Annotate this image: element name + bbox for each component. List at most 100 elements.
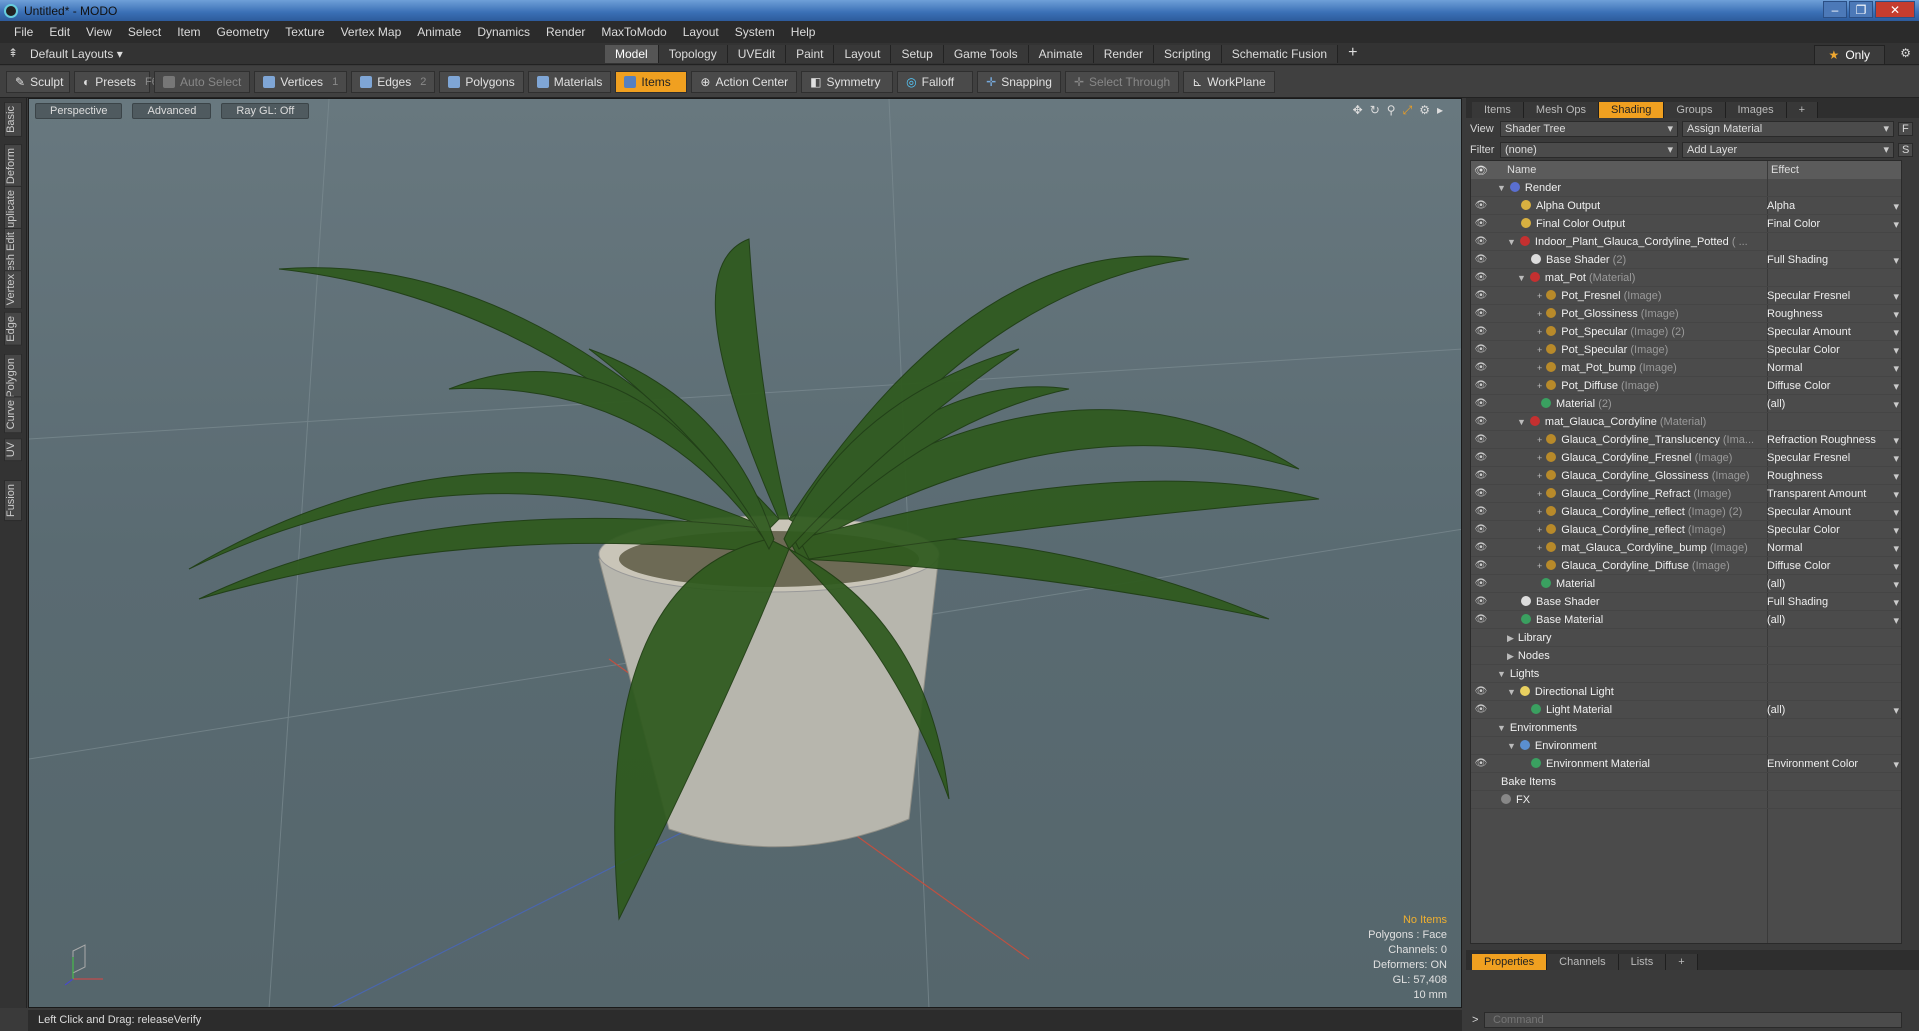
visibility-eye-icon[interactable]: 👁 xyxy=(1471,596,1491,607)
viewport-arrow-icon[interactable]: ▸ xyxy=(1437,103,1443,118)
tree-row[interactable]: 👁 Final Color Output Final Color xyxy=(1471,215,1901,233)
menu-geometry[interactable]: Geometry xyxy=(209,25,278,39)
visibility-eye-icon[interactable]: 👁 xyxy=(1471,326,1491,337)
panel-tab-items[interactable]: Items xyxy=(1472,102,1524,118)
s-button[interactable]: S xyxy=(1898,142,1914,157)
maximize-viewport-icon[interactable]: ⤢ xyxy=(1403,103,1413,118)
tree-row[interactable]: 👁 + mat_Glauca_Cordyline_bump (Image) Norma… xyxy=(1471,539,1901,557)
viewport-gear-icon[interactable]: ⚙ xyxy=(1419,103,1430,118)
tree-row[interactable]: ▶ Nodes xyxy=(1471,647,1901,665)
action-center-button[interactable]: ⊕ Action Center xyxy=(691,70,798,93)
tree-row[interactable]: 👁 + Pot_Specular (Image) (2) Specular Amoun… xyxy=(1471,323,1901,341)
edges-button[interactable]: Edges 2 xyxy=(351,70,436,93)
expand-plus-icon[interactable]: + xyxy=(1537,525,1542,535)
tree-row[interactable]: 👁 + Glauca_Cordyline_Refract (Image) Transp… xyxy=(1471,485,1901,503)
tree-row[interactable]: 👁 + Glauca_Cordyline_Diffuse (Image) Diffus… xyxy=(1471,557,1901,575)
expand-arrow-icon[interactable]: ▶ xyxy=(1507,651,1514,661)
default-layouts-dropdown[interactable]: Default Layouts ▾ xyxy=(30,47,123,61)
tree-row[interactable]: Bake Items xyxy=(1471,773,1901,791)
panel-tab-groups[interactable]: Groups xyxy=(1664,102,1726,118)
effect-dropdown[interactable]: Specular Amount xyxy=(1767,506,1899,519)
expand-arrow-icon[interactable]: ▶ xyxy=(1507,633,1514,643)
visibility-eye-icon[interactable]: 👁 xyxy=(1471,524,1491,535)
expand-arrow-icon[interactable]: ▼ xyxy=(1517,273,1526,283)
expand-plus-icon[interactable]: + xyxy=(1537,489,1542,499)
tree-row[interactable]: 👁 + Pot_Diffuse (Image) Diffuse Color xyxy=(1471,377,1901,395)
3d-viewport[interactable]: Perspective Advanced Ray GL: Off ✥ ↻ ⚲ ⤢… xyxy=(28,98,1462,1008)
effect-dropdown[interactable]: Diffuse Color xyxy=(1767,380,1899,393)
left-tab-curve[interactable]: Curve xyxy=(4,396,22,434)
tab-scripting[interactable]: Scripting xyxy=(1154,45,1222,63)
symmetry-button[interactable]: ◧ Symmetry xyxy=(801,70,894,93)
effect-dropdown[interactable]: Roughness xyxy=(1767,470,1899,483)
tab-animate[interactable]: Animate xyxy=(1028,45,1094,63)
bottom-tab-lists[interactable]: Lists xyxy=(1618,954,1667,970)
visibility-eye-icon[interactable]: 👁 xyxy=(1471,218,1491,229)
tree-row[interactable]: 👁 + Glauca_Cordyline_reflect (Image) Specul… xyxy=(1471,521,1901,539)
command-input[interactable] xyxy=(1484,1012,1902,1028)
expand-arrow-icon[interactable]: ▼ xyxy=(1507,237,1516,247)
tab-setup[interactable]: Setup xyxy=(891,45,944,63)
tree-row[interactable]: 👁 Material (all) xyxy=(1471,575,1901,593)
expand-plus-icon[interactable]: + xyxy=(1537,453,1542,463)
panel-tab-shading[interactable]: Shading xyxy=(1599,102,1665,118)
expand-plus-icon[interactable]: + xyxy=(1537,435,1542,445)
tree-row[interactable]: 👁 ▼ mat_Pot (Material) xyxy=(1471,269,1901,287)
expand-plus-icon[interactable]: + xyxy=(1537,471,1542,481)
menu-view[interactable]: View xyxy=(78,25,120,39)
pan-icon[interactable]: ✥ xyxy=(1353,103,1363,118)
tree-row[interactable]: 👁 Light Material (all) xyxy=(1471,701,1901,719)
tree-row[interactable]: ▼ Environment xyxy=(1471,737,1901,755)
effect-dropdown[interactable]: Specular Amount xyxy=(1767,326,1899,339)
tree-row[interactable]: 👁 Base Material (all) xyxy=(1471,611,1901,629)
add-tab-icon[interactable]: + xyxy=(1338,45,1367,63)
tree-row[interactable]: 👁 + Pot_Glossiness (Image) Roughness xyxy=(1471,305,1901,323)
visibility-eye-icon[interactable]: 👁 xyxy=(1471,344,1491,355)
filter-select[interactable]: (none) xyxy=(1500,141,1678,158)
expand-plus-icon[interactable]: + xyxy=(1537,309,1542,319)
raygl-button[interactable]: Ray GL: Off xyxy=(221,103,310,119)
maximize-icon[interactable]: ❐ xyxy=(1849,1,1873,18)
auto-select-button[interactable]: Auto Select xyxy=(154,70,251,93)
perspective-button[interactable]: Perspective xyxy=(35,103,123,119)
tab-model[interactable]: Model xyxy=(605,45,659,63)
tree-row[interactable]: 👁 Base Shader Full Shading xyxy=(1471,593,1901,611)
panel-tab-images[interactable]: Images xyxy=(1725,102,1787,118)
vertices-button[interactable]: Vertices 1 xyxy=(254,70,348,93)
materials-button[interactable]: Materials xyxy=(527,70,612,93)
visibility-eye-icon[interactable]: 👁 xyxy=(1471,542,1491,553)
effect-dropdown[interactable]: Diffuse Color xyxy=(1767,560,1899,573)
menu-layout[interactable]: Layout xyxy=(675,25,727,39)
effect-dropdown[interactable]: Full Shading xyxy=(1767,596,1899,609)
left-tab-uv[interactable]: UV xyxy=(4,438,22,462)
menu-dynamics[interactable]: Dynamics xyxy=(469,25,538,39)
effect-dropdown[interactable]: Normal xyxy=(1767,362,1899,375)
f-button[interactable]: F xyxy=(1898,121,1913,136)
menu-edit[interactable]: Edit xyxy=(41,25,78,39)
effect-dropdown[interactable]: Environment Color xyxy=(1767,758,1899,771)
expand-plus-icon[interactable]: + xyxy=(1537,363,1542,373)
visibility-eye-icon[interactable]: 👁 xyxy=(1471,254,1491,265)
effect-column-header[interactable]: Effect xyxy=(1771,164,1799,176)
tree-row[interactable]: 👁 Environment Material Environment Color xyxy=(1471,755,1901,773)
effect-dropdown[interactable]: Roughness xyxy=(1767,308,1899,321)
tree-row[interactable]: ▼ Render xyxy=(1471,179,1901,197)
menu-animate[interactable]: Animate xyxy=(409,25,469,39)
tree-row[interactable]: ▶ Library xyxy=(1471,629,1901,647)
settings-gear-icon[interactable]: ⚙ xyxy=(1900,46,1911,60)
tree-row[interactable]: 👁 Material (2) (all) xyxy=(1471,395,1901,413)
tab-uvedit[interactable]: UVEdit xyxy=(727,45,787,63)
tree-row[interactable]: 👁 ▼ Indoor_Plant_Glauca_Cordyline_Potted (… xyxy=(1471,233,1901,251)
visibility-eye-icon[interactable]: 👁 xyxy=(1471,290,1491,301)
expand-plus-icon[interactable]: + xyxy=(1537,345,1542,355)
only-button[interactable]: ★ Only xyxy=(1813,45,1885,65)
rotate-icon[interactable]: ↻ xyxy=(1370,103,1380,118)
bottom-tab-properties[interactable]: Properties xyxy=(1472,954,1548,970)
expand-arrow-icon[interactable]: ▼ xyxy=(1507,687,1516,697)
effect-dropdown[interactable]: Full Shading xyxy=(1767,254,1899,267)
tab-game-tools[interactable]: Game Tools xyxy=(943,45,1029,63)
visibility-eye-icon[interactable]: 👁 xyxy=(1471,704,1491,715)
menu-help[interactable]: Help xyxy=(783,25,824,39)
effect-dropdown[interactable]: (all) xyxy=(1767,398,1899,411)
effect-dropdown[interactable]: Specular Color xyxy=(1767,524,1899,537)
